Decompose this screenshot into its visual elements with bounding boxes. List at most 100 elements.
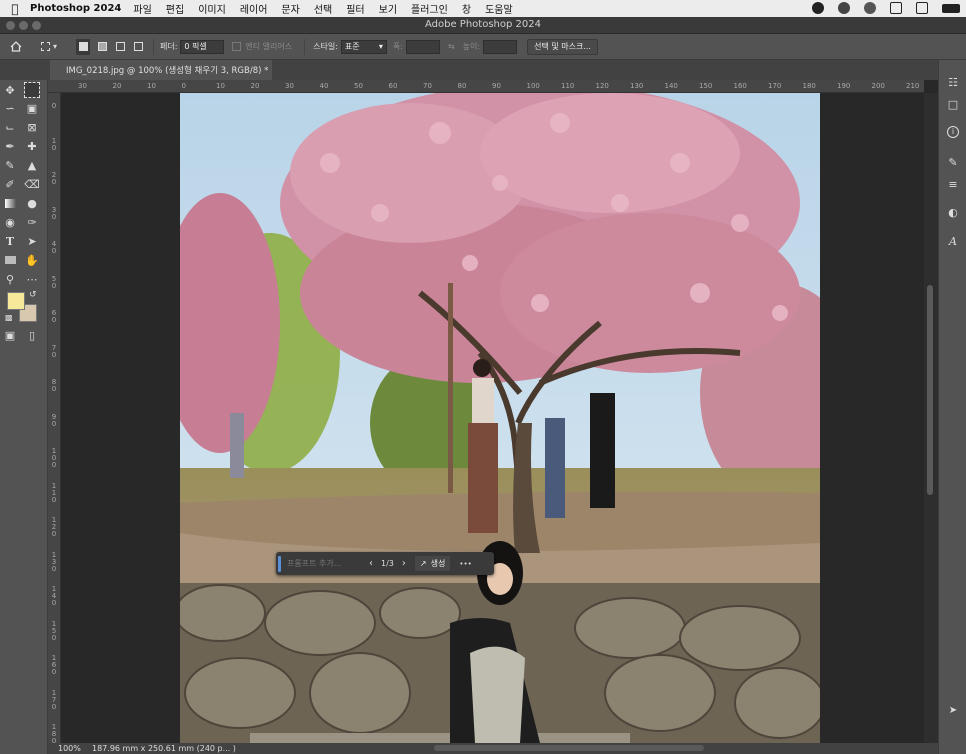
rectangle-icon[interactable]	[2, 252, 18, 268]
type-icon[interactable]: T	[2, 233, 18, 249]
ruler-tick-label: 150	[699, 82, 713, 90]
eraser-icon[interactable]: ⌫	[24, 176, 40, 192]
record-icon[interactable]	[812, 2, 824, 14]
new-selection-icon[interactable]	[76, 38, 90, 55]
window-icon[interactable]	[890, 2, 902, 14]
drag-handle[interactable]	[278, 555, 281, 572]
menu-plugins[interactable]: 플러그인	[411, 1, 448, 16]
cc-icon[interactable]	[838, 2, 850, 14]
shape-icon[interactable]: ◐	[946, 206, 960, 220]
window-title-bar: Adobe Photoshop 2024	[0, 17, 966, 34]
menu-help[interactable]: 도움말	[485, 1, 513, 16]
menu-layer[interactable]: 레이어	[240, 1, 268, 16]
chat-icon[interactable]	[864, 2, 876, 14]
menu-image[interactable]: 이미지	[198, 1, 226, 16]
hand-icon[interactable]: ✋	[24, 252, 40, 268]
stamp-icon[interactable]: ▲	[24, 157, 40, 173]
menu-select[interactable]: 선택	[314, 1, 332, 16]
ruler-tick-label: 10	[147, 82, 156, 90]
home-icon[interactable]	[4, 39, 28, 55]
menu-filter[interactable]: 필터	[346, 1, 364, 16]
app-menu[interactable]: Photoshop 2024	[30, 3, 121, 14]
ruler-tick-label: 170	[51, 688, 57, 711]
swap-colors-icon[interactable]: ↺	[29, 290, 37, 300]
object-select-icon[interactable]: ▣	[24, 100, 40, 116]
healing-icon[interactable]: ✚	[24, 138, 40, 154]
glyphs-icon[interactable]: A	[946, 235, 960, 249]
more-options-icon[interactable]: •••	[459, 560, 471, 568]
apple-icon[interactable]: 	[0, 2, 30, 16]
ruler-tick-label: 140	[51, 585, 57, 607]
crop-icon[interactable]: ⌙	[2, 119, 18, 135]
width-input[interactable]	[405, 39, 440, 54]
more-tools-icon[interactable]: ⋯	[24, 271, 40, 287]
gradient-icon[interactable]	[2, 195, 18, 211]
brush-icon[interactable]: ✎	[2, 157, 18, 173]
ruler-tick-label: 150	[51, 619, 57, 642]
ruler-tick-label: 50	[354, 82, 363, 90]
intersect-selection-icon[interactable]	[129, 39, 147, 55]
pen-icon[interactable]: ✑	[24, 214, 40, 230]
lasso-icon[interactable]: ∽	[2, 100, 18, 116]
adjustments-icon[interactable]: ≡	[946, 178, 960, 192]
style-select[interactable]: 표준 ▾	[340, 39, 387, 54]
document-image[interactable]	[180, 93, 820, 743]
menu-view[interactable]: 보기	[379, 1, 397, 16]
options-bar: ▾ 페더: 0 픽셀 앤티 앨리어스 스타일: 표준 ▾ 폭: ⇆ 높이: 선택 …	[0, 34, 966, 60]
comments-icon[interactable]: □	[946, 98, 960, 112]
select-and-mask-button[interactable]: 선택 및 마스크...	[527, 38, 598, 55]
antialias-checkbox[interactable]	[232, 42, 242, 51]
swap-icon[interactable]: ⇆	[448, 42, 455, 51]
generate-button[interactable]: ↗ 생성	[413, 555, 452, 572]
generate-label: 생성	[430, 559, 446, 568]
tool-preset-picker[interactable]: ▾	[34, 39, 64, 55]
height-label: 높이:	[462, 42, 481, 51]
ruler-tick-label: 40	[319, 82, 329, 90]
battery-icon[interactable]	[942, 3, 960, 13]
ruler-tick-label: 40	[51, 240, 57, 255]
add-selection-icon[interactable]	[93, 39, 111, 55]
menu-type[interactable]: 문자	[281, 1, 299, 16]
marquee-icon[interactable]	[24, 82, 40, 98]
foreground-color-swatch[interactable]	[7, 292, 25, 310]
layers-icon[interactable]: ☷	[946, 76, 960, 90]
info-icon[interactable]: i	[947, 126, 959, 138]
vertical-scroll-thumb[interactable]	[927, 285, 933, 495]
menu-window[interactable]: 창	[462, 1, 471, 16]
next-variation-icon[interactable]: ›	[402, 558, 406, 569]
feather-input[interactable]: 0 픽셀	[180, 39, 225, 54]
subtract-selection-icon[interactable]	[111, 39, 129, 55]
menu-edit[interactable]: 편집	[166, 1, 184, 16]
height-input[interactable]	[483, 39, 518, 54]
ruler-tick-label: 200	[871, 82, 885, 90]
display-icon[interactable]	[916, 2, 928, 14]
previous-variation-icon[interactable]: ‹	[369, 558, 373, 569]
history-brush-icon[interactable]: ✐	[2, 176, 18, 192]
ruler-tick-label: 180	[51, 723, 57, 745]
menu-file[interactable]: 파일	[133, 1, 151, 16]
blur-icon[interactable]: ●	[24, 195, 40, 211]
move-icon[interactable]: ✥	[2, 82, 18, 98]
zoom-icon[interactable]: ⚲	[2, 271, 18, 287]
horizontal-scroll-thumb[interactable]	[434, 745, 704, 751]
document-tab-title: IMG_0218.jpg @ 100% (생성형 채우기 3, RGB/8) *	[66, 66, 269, 76]
ruler-tick-label: 90	[492, 82, 501, 90]
zoom-level[interactable]: 100%	[58, 744, 92, 753]
path-select-icon[interactable]: ➤	[24, 233, 40, 249]
dodge-icon[interactable]: ◉	[2, 214, 18, 230]
generate-icon: ↗	[419, 559, 427, 568]
eyedropper-icon[interactable]: ✒	[2, 138, 18, 154]
ruler-tick-label: 130	[51, 550, 57, 573]
brush-settings-icon[interactable]: ✎	[946, 156, 960, 170]
frame-icon[interactable]: ⊠	[24, 119, 40, 135]
tools-panel: ✥ ∽ ▣ ⌙ ⊠ ✒ ✚ ✎ ▲ ✐ ⌫ ● ◉ ✑ T ➤ ✋ ⚲ ⋯ ↺ …	[0, 80, 48, 754]
prompt-input[interactable]	[287, 555, 363, 572]
antialias-label: 앤티 앨리어스	[245, 42, 293, 51]
window-title: Adobe Photoshop 2024	[425, 19, 541, 30]
document-tab[interactable]: IMG_0218.jpg @ 100% (생성형 채우기 3, RGB/8) *	[50, 60, 272, 80]
quick-mask-icon[interactable]: ▣	[2, 327, 18, 343]
screen-mode-icon[interactable]: ▯	[24, 327, 40, 343]
default-colors-icon[interactable]: ▩	[5, 313, 13, 322]
ruler-tick-label: 160	[51, 654, 57, 676]
document-size[interactable]: 187.96 mm x 250.61 mm (240 p... )	[92, 744, 236, 753]
